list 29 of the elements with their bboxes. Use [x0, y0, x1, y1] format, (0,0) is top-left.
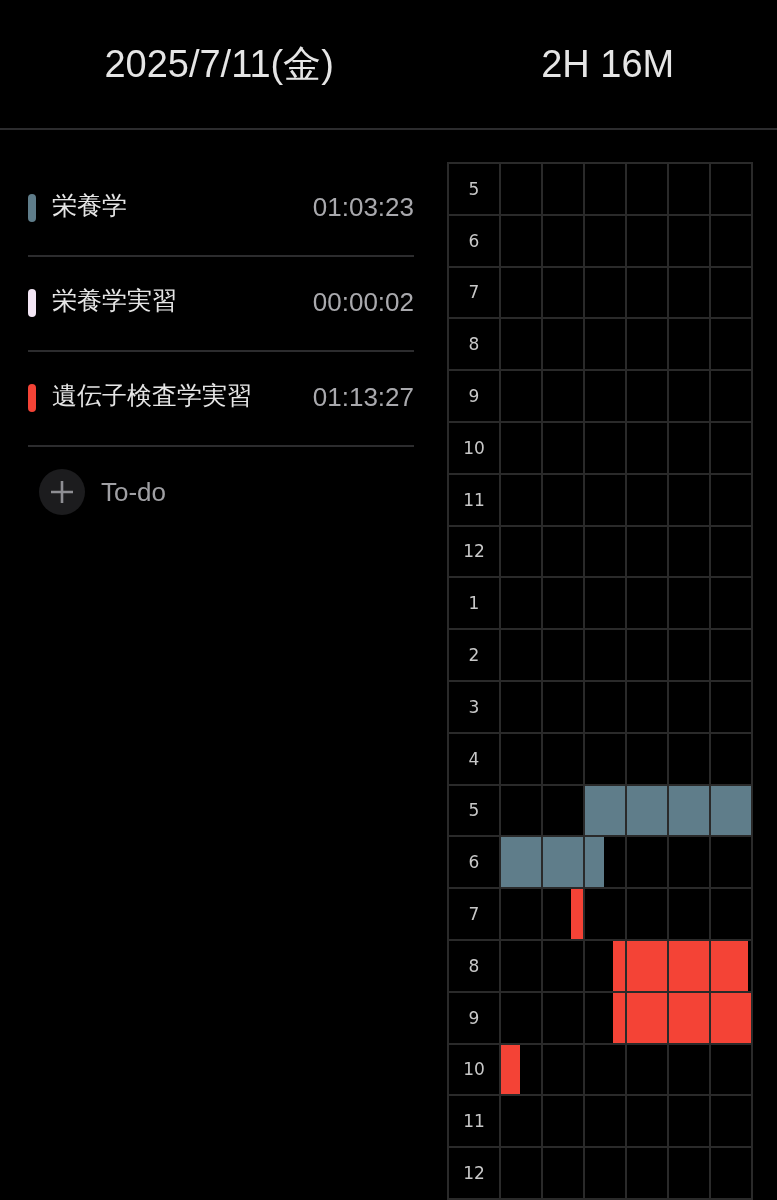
hour-label: 6	[449, 215, 501, 266]
hour-label: 9	[449, 992, 501, 1043]
add-button[interactable]	[39, 469, 85, 515]
subject-name[interactable]: 遺伝子検査学実習	[52, 375, 313, 417]
date-title: 2025/7/11(金)	[103, 41, 335, 87]
hour-label: 5	[449, 164, 501, 214]
hour-label: 1	[449, 578, 501, 629]
hour-label: 8	[449, 319, 501, 370]
hour-label: 9	[449, 371, 501, 421]
plus-icon	[49, 479, 75, 505]
hour-label: 4	[449, 733, 501, 784]
todo-label[interactable]: To-do	[101, 476, 167, 508]
subject-time: 01:13:27	[312, 382, 414, 412]
hour-label: 3	[449, 681, 501, 732]
hour-label: 12	[449, 526, 501, 577]
total-duration: 2H 16M	[540, 42, 676, 86]
subject-name[interactable]: 栄養学	[52, 185, 313, 227]
hour-label: 5	[449, 785, 501, 836]
hour-label: 7	[449, 889, 501, 939]
hour-label: 7	[449, 267, 501, 318]
subject-time: 01:03:23	[312, 192, 414, 222]
hour-label: 11	[449, 474, 501, 525]
subject-name[interactable]: 栄養学実習	[52, 280, 313, 322]
subject-time: 00:00:02	[312, 287, 414, 317]
hour-label: 12	[449, 1148, 501, 1198]
hour-label: 11	[449, 1096, 501, 1147]
hour-label: 10	[449, 423, 501, 473]
hour-label: 8	[449, 940, 501, 991]
hour-label: 2	[449, 630, 501, 680]
